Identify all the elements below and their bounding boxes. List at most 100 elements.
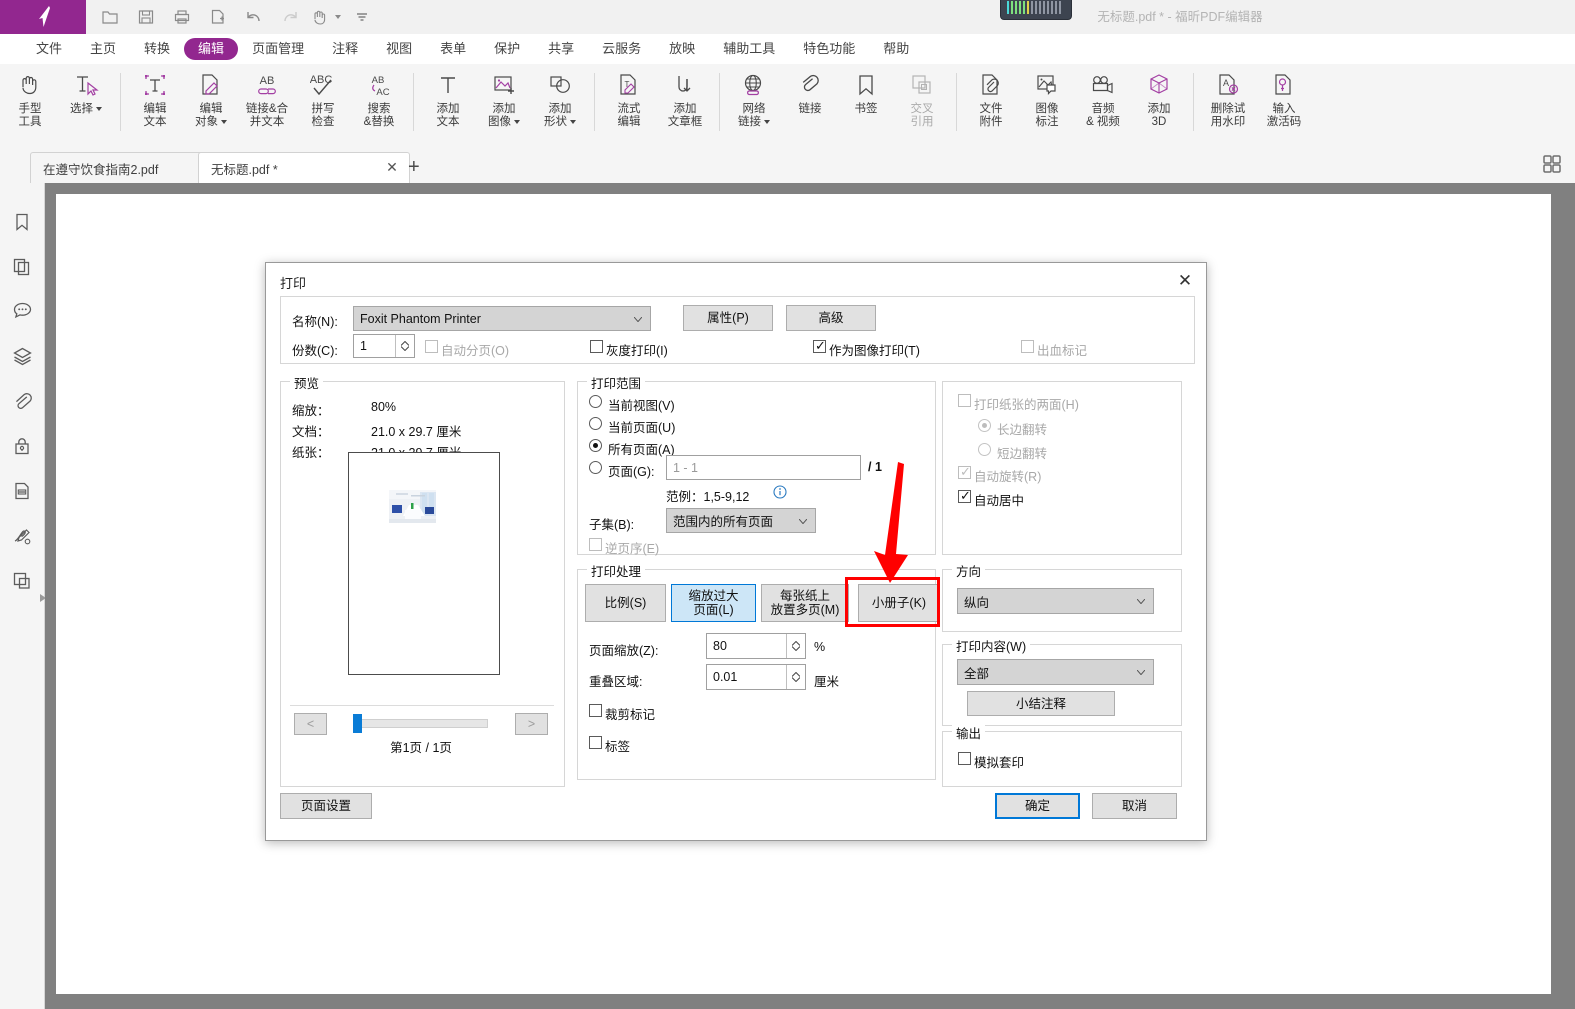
undo-icon[interactable] [238, 3, 269, 31]
close-icon[interactable]: ✕ [385, 161, 399, 175]
sidebar-item-layers[interactable] [0, 333, 44, 378]
menu-item-2[interactable]: 转换 [130, 38, 184, 60]
print-as-image-checkbox[interactable]: ✓ [813, 340, 826, 353]
menu-item-13[interactable]: 特色功能 [789, 38, 869, 60]
preview-slider-thumb[interactable] [353, 714, 362, 733]
ribbon-button-remove-watermark[interactable]: A删除试 用水印 [1200, 64, 1256, 129]
ribbon-button-add-3d[interactable]: 添加 3D [1131, 64, 1187, 129]
hand-tool-icon[interactable] [310, 3, 341, 31]
menu-item-8[interactable]: 保护 [480, 38, 534, 60]
copies-input[interactable]: 1 [353, 334, 415, 358]
both-sides-checkbox[interactable] [958, 394, 971, 407]
radio-current-page[interactable] [589, 417, 602, 430]
ribbon-button-add-article-box[interactable]: 添加 文章框 [657, 64, 713, 129]
handling-mode-multiple-pages[interactable]: 每张纸上 放置多页(M) [761, 584, 849, 622]
grayscale-checkbox[interactable] [590, 340, 603, 353]
doc-tab-0[interactable]: 在遵守饮食指南2.pdf [30, 152, 224, 183]
page-scale-stepper[interactable] [786, 634, 805, 658]
sidebar-item-fields[interactable] [0, 468, 44, 513]
overlap-stepper[interactable] [786, 665, 805, 689]
chevron-down-icon[interactable] [764, 120, 770, 124]
chevron-down-icon[interactable] [570, 120, 576, 124]
overlap-input[interactable]: 0.01 [706, 664, 806, 690]
menu-item-12[interactable]: 辅助工具 [709, 38, 789, 60]
chevron-down-icon[interactable] [221, 120, 227, 124]
menu-item-6[interactable]: 视图 [372, 38, 426, 60]
preview-next-button[interactable]: > [515, 713, 548, 735]
labels-checkbox[interactable] [589, 736, 602, 749]
bleed-marks-checkbox[interactable] [1021, 340, 1034, 353]
menu-item-4[interactable]: 页面管理 [238, 38, 318, 60]
properties-button[interactable]: 属性(P) [683, 305, 773, 331]
menu-item-11[interactable]: 放映 [655, 38, 709, 60]
menu-item-5[interactable]: 注释 [318, 38, 372, 60]
cancel-button[interactable]: 取消 [1092, 793, 1177, 819]
menu-item-10[interactable]: 云服务 [588, 38, 655, 60]
menu-item-0[interactable]: 文件 [22, 38, 76, 60]
ribbon-button-add-shape[interactable]: 添加 形状 [532, 64, 588, 129]
auto-center-checkbox[interactable]: ✓ [958, 490, 971, 503]
sidebar-item-bookmarks[interactable] [0, 199, 44, 244]
print-content-select[interactable]: 全部 [957, 659, 1154, 685]
print-icon[interactable] [166, 3, 197, 31]
auto-rotate-checkbox[interactable]: ✓ [958, 466, 971, 479]
ok-button[interactable]: 确定 [995, 793, 1080, 819]
collate-checkbox[interactable] [425, 340, 438, 353]
radio-current-view[interactable] [589, 395, 602, 408]
ribbon-button-image-annotation[interactable]: 图像 标注 [1019, 64, 1075, 129]
ribbon-button-flow-edit[interactable]: T流式 编辑 [601, 64, 657, 129]
menu-item-1[interactable]: 主页 [76, 38, 130, 60]
ribbon-button-add-text[interactable]: 添加 文本 [420, 64, 476, 129]
sidebar-item-page-thumbnails[interactable] [0, 244, 44, 289]
summarize-comments-button[interactable]: 小结注释 [967, 691, 1115, 716]
menu-item-9[interactable]: 共享 [534, 38, 588, 60]
new-tab-button[interactable]: + [408, 157, 420, 177]
preview-prev-button[interactable]: < [294, 713, 327, 735]
simulate-overprint-checkbox[interactable] [958, 752, 971, 765]
ribbon-button-link-merge-text[interactable]: AB链接&合 并文本 [239, 64, 295, 129]
ribbon-button-hand-tool[interactable]: 手型 工具 [2, 64, 58, 129]
handling-mode-shrink-oversized[interactable]: 缩放过大 页面(L) [671, 584, 756, 622]
orientation-select[interactable]: 纵向 [957, 588, 1154, 614]
chevron-down-icon[interactable] [514, 120, 520, 124]
ribbon-button-search-replace[interactable]: ABAC搜索 &替换 [351, 64, 407, 129]
new-page-icon[interactable] [202, 3, 233, 31]
menu-item-3[interactable]: 编辑 [184, 38, 238, 60]
page-setup-button[interactable]: 页面设置 [280, 793, 372, 819]
ribbon-button-add-image[interactable]: 添加 图像 [476, 64, 532, 129]
redo-icon[interactable] [274, 3, 305, 31]
radio-short-edge[interactable] [978, 443, 991, 456]
menu-item-14[interactable]: 帮助 [869, 38, 923, 60]
chevron-down-icon[interactable] [96, 107, 102, 111]
ribbon-button-spell-check[interactable]: ABC拼写 检查 [295, 64, 351, 129]
reverse-order-checkbox[interactable] [589, 538, 602, 551]
radio-long-edge[interactable] [978, 419, 991, 432]
crop-marks-checkbox[interactable] [589, 704, 602, 717]
doc-tab-1[interactable]: 无标题.pdf * ✕ [198, 152, 410, 183]
ribbon-button-select-text[interactable]: 选择 [58, 64, 114, 116]
ribbon-button-web-link[interactable]: 网络 链接 [726, 64, 782, 129]
radio-all-pages[interactable] [589, 439, 602, 452]
sidebar-item-signatures[interactable] [0, 513, 44, 558]
ribbon-button-cross-reference[interactable]: 交叉 引用 [894, 64, 950, 129]
ribbon-button-link[interactable]: 链接 [782, 64, 838, 116]
info-icon[interactable] [773, 485, 787, 504]
sidebar-item-comments[interactable] [0, 288, 44, 333]
grid-view-icon[interactable] [1541, 153, 1563, 175]
subset-select[interactable]: 范围内的所有页面 [666, 508, 816, 533]
handling-mode-scale[interactable]: 比例(S) [585, 584, 666, 622]
sidebar-item-attachments[interactable] [0, 378, 44, 423]
ribbon-button-bookmark[interactable]: 书签 [838, 64, 894, 116]
ribbon-button-activation-code[interactable]: 输入 激活码 [1256, 64, 1312, 129]
save-icon[interactable] [130, 3, 161, 31]
handling-mode-booklet[interactable]: 小册子(K) [858, 584, 940, 622]
sidebar-item-security[interactable] [0, 423, 44, 468]
ribbon-button-audio-video[interactable]: 音频 & 视频 [1075, 64, 1131, 129]
printer-select[interactable]: Foxit Phantom Printer [353, 306, 651, 331]
radio-page-range[interactable] [589, 461, 602, 474]
ribbon-button-file-attachment[interactable]: 文件 附件 [963, 64, 1019, 129]
page-range-input[interactable]: 1 - 1 [666, 455, 861, 480]
open-icon[interactable] [94, 3, 125, 31]
more-options-icon[interactable] [346, 3, 377, 31]
menu-item-7[interactable]: 表单 [426, 38, 480, 60]
